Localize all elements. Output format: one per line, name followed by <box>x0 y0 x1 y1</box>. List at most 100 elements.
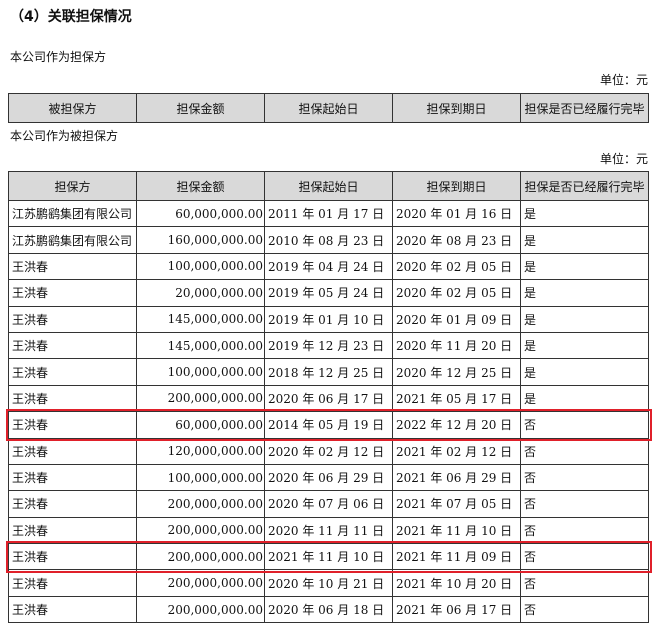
table-row: 王洪春 200,000,000.00 2021 年 11 月 10 日 2021 年 … <box>8 543 649 571</box>
amount-cell: 60,000,000.00 <box>136 199 265 228</box>
amount-cell: 145,000,000.00 <box>136 331 265 360</box>
guaranteed-unit-label: 单位：元 <box>599 152 648 166</box>
start-date-cell: 2020 年 07 月 06 日 <box>264 490 393 518</box>
amount-cell: 200,000,000.00 <box>136 543 265 571</box>
fulfilled-cell: 是 <box>520 226 649 254</box>
guarantor-table: 被担保方 担保金额 担保起始日 担保到期日 担保是否已经履行完毕 <box>8 93 649 123</box>
start-date-cell: 2018 年 12 月 25 日 <box>264 358 393 386</box>
guarantor-cell: 王洪春 <box>8 331 137 360</box>
header-fulfilled: 担保是否已经履行完毕 <box>520 93 649 123</box>
amount-cell: 160,000,000.00 <box>136 226 265 254</box>
guarantor-cell: 王洪春 <box>8 252 137 281</box>
guaranteed-table-header: 担保方 担保金额 担保起始日 担保到期日 担保是否已经履行完毕 <box>8 171 649 201</box>
start-date-cell: 2020 年 06 月 17 日 <box>264 384 393 413</box>
start-date-cell: 2020 年 11 月 11 日 <box>264 516 393 545</box>
guarantor-cell: 王洪春 <box>8 411 137 439</box>
guarantor-cell: 王洪春 <box>8 305 137 333</box>
amount-cell: 20,000,000.00 <box>136 279 265 307</box>
end-date-cell: 2021 年 05 月 17 日 <box>392 384 521 413</box>
start-date-cell: 2011 年 01 月 17 日 <box>264 199 393 228</box>
amount-cell: 200,000,000.00 <box>136 595 265 624</box>
end-date-cell: 2020 年 02 月 05 日 <box>392 252 521 281</box>
guarantor-cell: 王洪春 <box>8 463 137 492</box>
start-date-cell: 2019 年 05 月 24 日 <box>264 279 393 307</box>
header-guaranteed-party: 被担保方 <box>8 93 137 123</box>
header-amount: 担保金额 <box>136 93 265 123</box>
guaranteed-section-title: 本公司作为被担保方 <box>10 129 119 143</box>
end-date-cell: 2020 年 01 月 16 日 <box>392 199 521 228</box>
table-row: 王洪春 60,000,000.00 2014 年 05 月 19 日 2022 年 1… <box>8 411 649 439</box>
fulfilled-cell: 否 <box>520 569 649 597</box>
end-date-cell: 2022 年 12 月 20 日 <box>392 411 521 439</box>
end-date-cell: 2021 年 10 月 20 日 <box>392 569 521 597</box>
guarantor-cell: 王洪春 <box>8 595 137 624</box>
header-fulfilled: 担保是否已经履行完毕 <box>520 171 649 201</box>
header-start-date: 担保起始日 <box>264 93 393 123</box>
fulfilled-cell: 是 <box>520 384 649 413</box>
table-row: 王洪春 100,000,000.00 2020 年 06 月 29 日 2021 年 … <box>8 463 649 492</box>
guarantor-cell: 王洪春 <box>8 569 137 597</box>
amount-cell: 200,000,000.00 <box>136 384 265 413</box>
end-date-cell: 2020 年 01 月 09 日 <box>392 305 521 333</box>
amount-cell: 200,000,000.00 <box>136 569 265 597</box>
table-row: 王洪春 100,000,000.00 2018 年 12 月 25 日 2020 年 … <box>8 358 649 386</box>
fulfilled-cell: 是 <box>520 279 649 307</box>
fulfilled-cell: 否 <box>520 463 649 492</box>
amount-cell: 100,000,000.00 <box>136 252 265 281</box>
end-date-cell: 2020 年 12 月 25 日 <box>392 358 521 386</box>
table-row: 王洪春 145,000,000.00 2019 年 12 月 23 日 2020 年 … <box>8 331 649 360</box>
header-amount: 担保金额 <box>136 171 265 201</box>
start-date-cell: 2020 年 06 月 29 日 <box>264 463 393 492</box>
table-row: 王洪春 145,000,000.00 2019 年 01 月 10 日 2020 年 … <box>8 305 649 333</box>
amount-cell: 120,000,000.00 <box>136 437 265 465</box>
end-date-cell: 2020 年 11 月 20 日 <box>392 331 521 360</box>
table-row: 王洪春 200,000,000.00 2020 年 06 月 17 日 2021 年 … <box>8 384 649 413</box>
end-date-cell: 2020 年 02 月 05 日 <box>392 279 521 307</box>
amount-cell: 200,000,000.00 <box>136 516 265 545</box>
table-row: 王洪春 200,000,000.00 2020 年 11 月 11 日 2021 年 … <box>8 516 649 545</box>
fulfilled-cell: 否 <box>520 437 649 465</box>
guarantor-cell: 江苏鹏鹞集团有限公司 <box>8 199 137 228</box>
table-row: 王洪春 100,000,000.00 2019 年 04 月 24 日 2020 年 … <box>8 252 649 281</box>
start-date-cell: 2019 年 01 月 10 日 <box>264 305 393 333</box>
fulfilled-cell: 否 <box>520 490 649 518</box>
table-row: 江苏鹏鹞集团有限公司 60,000,000.00 2011 年 01 月 17 日2… <box>8 199 649 228</box>
guarantor-cell: 王洪春 <box>8 358 137 386</box>
amount-cell: 145,000,000.00 <box>136 305 265 333</box>
table-row: 王洪春 200,000,000.00 2020 年 06 月 18 日 2021 年 … <box>8 595 649 624</box>
fulfilled-cell: 是 <box>520 199 649 228</box>
end-date-cell: 2021 年 07 月 05 日 <box>392 490 521 518</box>
fulfilled-cell: 否 <box>520 411 649 439</box>
header-guarantor: 担保方 <box>8 171 137 201</box>
section-heading: （4）关联担保情况 <box>10 9 132 25</box>
guaranteed-table: 担保方 担保金额 担保起始日 担保到期日 担保是否已经履行完毕 江苏鹏鹞集团有限… <box>8 171 649 624</box>
start-date-cell: 2020 年 02 月 12 日 <box>264 437 393 465</box>
amount-cell: 100,000,000.00 <box>136 463 265 492</box>
guarantor-cell: 王洪春 <box>8 279 137 307</box>
fulfilled-cell: 是 <box>520 252 649 281</box>
table-row: 王洪春 200,000,000.00 2020 年 07 月 06 日 2021 年 … <box>8 490 649 518</box>
header-end-date: 担保到期日 <box>392 171 521 201</box>
end-date-cell: 2021 年 06 月 17 日 <box>392 595 521 624</box>
amount-cell: 100,000,000.00 <box>136 358 265 386</box>
guarantor-unit-label: 单位：元 <box>599 73 648 87</box>
start-date-cell: 2014 年 05 月 19 日 <box>264 411 393 439</box>
guarantor-cell: 王洪春 <box>8 437 137 465</box>
table-row: 王洪春 120,000,000.00 2020 年 02 月 12 日 2021 年 … <box>8 437 649 465</box>
fulfilled-cell: 是 <box>520 358 649 386</box>
table-row: 王洪春 200,000,000.00 2020 年 10 月 21 日 2021 年 … <box>8 569 649 597</box>
end-date-cell: 2021 年 11 月 09 日 <box>392 543 521 571</box>
guarantor-table-header: 被担保方 担保金额 担保起始日 担保到期日 担保是否已经履行完毕 <box>8 93 649 123</box>
amount-cell: 60,000,000.00 <box>136 411 265 439</box>
end-date-cell: 2021 年 02 月 12 日 <box>392 437 521 465</box>
fulfilled-cell: 否 <box>520 543 649 571</box>
start-date-cell: 2010 年 08 月 23 日 <box>264 226 393 254</box>
start-date-cell: 2019 年 04 月 24 日 <box>264 252 393 281</box>
end-date-cell: 2020 年 08 月 23 日 <box>392 226 521 254</box>
fulfilled-cell: 否 <box>520 516 649 545</box>
header-end-date: 担保到期日 <box>392 93 521 123</box>
table-row: 江苏鹏鹞集团有限公司 160,000,000.00 2010 年 08 月 23 日… <box>8 226 649 254</box>
start-date-cell: 2020 年 06 月 18 日 <box>264 595 393 624</box>
guarantor-cell: 王洪春 <box>8 543 137 571</box>
header-start-date: 担保起始日 <box>264 171 393 201</box>
